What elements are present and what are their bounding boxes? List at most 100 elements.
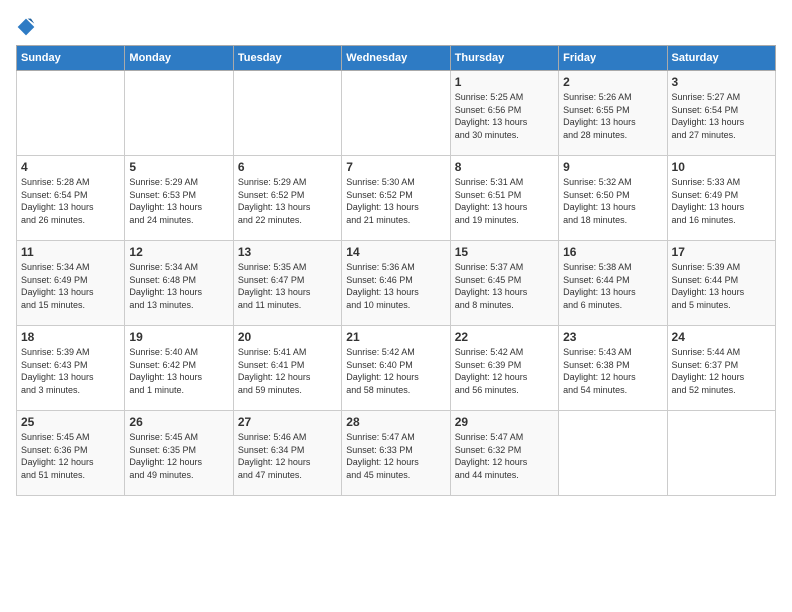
day-number: 19 <box>129 330 228 344</box>
calendar-cell: 23 Sunrise: 5:43 AM Sunset: 6:38 PM Dayli… <box>559 326 667 411</box>
day-info: Sunrise: 5:34 AM Sunset: 6:48 PM Dayligh… <box>129 261 228 311</box>
day-info: Sunrise: 5:27 AM Sunset: 6:54 PM Dayligh… <box>672 91 771 141</box>
calendar-cell <box>667 411 775 496</box>
calendar-cell: 14 Sunrise: 5:36 AM Sunset: 6:46 PM Dayli… <box>342 241 450 326</box>
week-row-0: 1 Sunrise: 5:25 AM Sunset: 6:56 PM Daylig… <box>17 71 776 156</box>
day-info: Sunrise: 5:40 AM Sunset: 6:42 PM Dayligh… <box>129 346 228 396</box>
day-info: Sunrise: 5:31 AM Sunset: 6:51 PM Dayligh… <box>455 176 554 226</box>
day-number: 22 <box>455 330 554 344</box>
day-info: Sunrise: 5:29 AM Sunset: 6:53 PM Dayligh… <box>129 176 228 226</box>
calendar-cell: 24 Sunrise: 5:44 AM Sunset: 6:37 PM Dayli… <box>667 326 775 411</box>
calendar-cell: 28 Sunrise: 5:47 AM Sunset: 6:33 PM Dayli… <box>342 411 450 496</box>
calendar-cell: 5 Sunrise: 5:29 AM Sunset: 6:53 PM Daylig… <box>125 156 233 241</box>
day-info: Sunrise: 5:28 AM Sunset: 6:54 PM Dayligh… <box>21 176 120 226</box>
day-number: 2 <box>563 75 662 89</box>
day-info: Sunrise: 5:30 AM Sunset: 6:52 PM Dayligh… <box>346 176 445 226</box>
week-row-3: 18Sunrise: 5:39 AM Sunset: 6:43 PM Dayli… <box>17 326 776 411</box>
day-number: 12 <box>129 245 228 259</box>
calendar-cell: 2 Sunrise: 5:26 AM Sunset: 6:55 PM Daylig… <box>559 71 667 156</box>
day-info: Sunrise: 5:47 AM Sunset: 6:33 PM Dayligh… <box>346 431 445 481</box>
calendar-cell <box>17 71 125 156</box>
day-number: 15 <box>455 245 554 259</box>
day-info: Sunrise: 5:32 AM Sunset: 6:50 PM Dayligh… <box>563 176 662 226</box>
day-number: 6 <box>238 160 337 174</box>
calendar-cell <box>559 411 667 496</box>
day-number: 10 <box>672 160 771 174</box>
day-number: 20 <box>238 330 337 344</box>
calendar-cell: 19 Sunrise: 5:40 AM Sunset: 6:42 PM Dayli… <box>125 326 233 411</box>
day-number: 25 <box>21 415 120 429</box>
day-info: Sunrise: 5:38 AM Sunset: 6:44 PM Dayligh… <box>563 261 662 311</box>
day-number: 16 <box>563 245 662 259</box>
calendar-cell: 18Sunrise: 5:39 AM Sunset: 6:43 PM Dayli… <box>17 326 125 411</box>
day-info: Sunrise: 5:29 AM Sunset: 6:52 PM Dayligh… <box>238 176 337 226</box>
calendar: SundayMondayTuesdayWednesdayThursdayFrid… <box>16 45 776 496</box>
day-info: Sunrise: 5:41 AM Sunset: 6:41 PM Dayligh… <box>238 346 337 396</box>
day-number: 24 <box>672 330 771 344</box>
weekday-header-saturday: Saturday <box>667 46 775 71</box>
day-info: Sunrise: 5:44 AM Sunset: 6:37 PM Dayligh… <box>672 346 771 396</box>
calendar-cell: 10 Sunrise: 5:33 AM Sunset: 6:49 PM Dayli… <box>667 156 775 241</box>
calendar-cell: 4 Sunrise: 5:28 AM Sunset: 6:54 PM Daylig… <box>17 156 125 241</box>
weekday-header-thursday: Thursday <box>450 46 558 71</box>
calendar-cell: 16 Sunrise: 5:38 AM Sunset: 6:44 PM Dayli… <box>559 241 667 326</box>
calendar-cell: 26Sunrise: 5:45 AM Sunset: 6:35 PM Dayli… <box>125 411 233 496</box>
day-info: Sunrise: 5:33 AM Sunset: 6:49 PM Dayligh… <box>672 176 771 226</box>
week-row-2: 11Sunrise: 5:34 AM Sunset: 6:49 PM Dayli… <box>17 241 776 326</box>
calendar-cell: 15Sunrise: 5:37 AM Sunset: 6:45 PM Dayli… <box>450 241 558 326</box>
day-number: 7 <box>346 160 445 174</box>
calendar-cell <box>342 71 450 156</box>
day-info: Sunrise: 5:43 AM Sunset: 6:38 PM Dayligh… <box>563 346 662 396</box>
day-number: 9 <box>563 160 662 174</box>
logo-icon <box>16 17 36 37</box>
calendar-cell <box>125 71 233 156</box>
weekday-header-friday: Friday <box>559 46 667 71</box>
day-number: 4 <box>21 160 120 174</box>
calendar-cell <box>233 71 341 156</box>
day-number: 17 <box>672 245 771 259</box>
weekday-header-row: SundayMondayTuesdayWednesdayThursdayFrid… <box>17 46 776 71</box>
day-info: Sunrise: 5:25 AM Sunset: 6:56 PM Dayligh… <box>455 91 554 141</box>
day-info: Sunrise: 5:39 AM Sunset: 6:44 PM Dayligh… <box>672 261 771 311</box>
day-number: 13 <box>238 245 337 259</box>
day-number: 23 <box>563 330 662 344</box>
day-info: Sunrise: 5:36 AM Sunset: 6:46 PM Dayligh… <box>346 261 445 311</box>
calendar-cell: 21 Sunrise: 5:42 AM Sunset: 6:40 PM Dayli… <box>342 326 450 411</box>
day-number: 5 <box>129 160 228 174</box>
day-number: 28 <box>346 415 445 429</box>
calendar-cell: 13 Sunrise: 5:35 AM Sunset: 6:47 PM Dayli… <box>233 241 341 326</box>
day-number: 18 <box>21 330 120 344</box>
day-number: 29 <box>455 415 554 429</box>
day-info: Sunrise: 5:26 AM Sunset: 6:55 PM Dayligh… <box>563 91 662 141</box>
day-number: 21 <box>346 330 445 344</box>
day-number: 8 <box>455 160 554 174</box>
day-info: Sunrise: 5:45 AM Sunset: 6:36 PM Dayligh… <box>21 431 120 481</box>
day-number: 11 <box>21 245 120 259</box>
day-info: Sunrise: 5:42 AM Sunset: 6:39 PM Dayligh… <box>455 346 554 396</box>
day-info: Sunrise: 5:45 AM Sunset: 6:35 PM Dayligh… <box>129 431 228 481</box>
week-row-1: 4 Sunrise: 5:28 AM Sunset: 6:54 PM Daylig… <box>17 156 776 241</box>
calendar-cell: 9 Sunrise: 5:32 AM Sunset: 6:50 PM Daylig… <box>559 156 667 241</box>
day-number: 1 <box>455 75 554 89</box>
weekday-header-sunday: Sunday <box>17 46 125 71</box>
calendar-cell: 22 Sunrise: 5:42 AM Sunset: 6:39 PM Dayli… <box>450 326 558 411</box>
day-number: 14 <box>346 245 445 259</box>
weekday-header-tuesday: Tuesday <box>233 46 341 71</box>
calendar-cell: 17 Sunrise: 5:39 AM Sunset: 6:44 PM Dayli… <box>667 241 775 326</box>
day-number: 3 <box>672 75 771 89</box>
calendar-cell: 20 Sunrise: 5:41 AM Sunset: 6:41 PM Dayli… <box>233 326 341 411</box>
day-info: Sunrise: 5:42 AM Sunset: 6:40 PM Dayligh… <box>346 346 445 396</box>
calendar-cell: 8 Sunrise: 5:31 AM Sunset: 6:51 PM Daylig… <box>450 156 558 241</box>
calendar-cell: 12 Sunrise: 5:34 AM Sunset: 6:48 PM Dayli… <box>125 241 233 326</box>
header <box>16 16 776 37</box>
day-info: Sunrise: 5:47 AM Sunset: 6:32 PM Dayligh… <box>455 431 554 481</box>
day-info: Sunrise: 5:35 AM Sunset: 6:47 PM Dayligh… <box>238 261 337 311</box>
calendar-cell: 7 Sunrise: 5:30 AM Sunset: 6:52 PM Daylig… <box>342 156 450 241</box>
weekday-header-wednesday: Wednesday <box>342 46 450 71</box>
logo <box>16 16 38 37</box>
calendar-cell: 29 Sunrise: 5:47 AM Sunset: 6:32 PM Dayli… <box>450 411 558 496</box>
calendar-cell: 11Sunrise: 5:34 AM Sunset: 6:49 PM Dayli… <box>17 241 125 326</box>
calendar-cell: 1 Sunrise: 5:25 AM Sunset: 6:56 PM Daylig… <box>450 71 558 156</box>
calendar-cell: 25 Sunrise: 5:45 AM Sunset: 6:36 PM Dayli… <box>17 411 125 496</box>
calendar-cell: 3 Sunrise: 5:27 AM Sunset: 6:54 PM Daylig… <box>667 71 775 156</box>
